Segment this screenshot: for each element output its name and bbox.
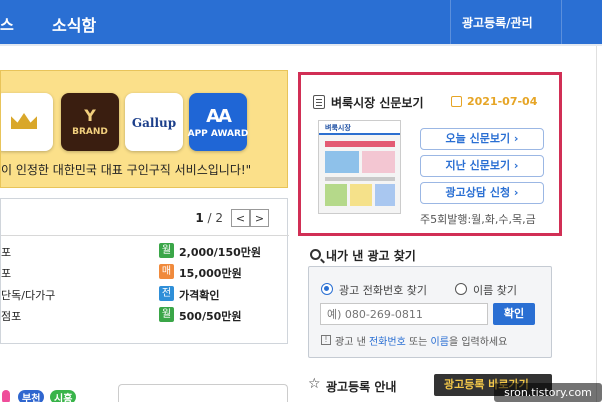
phone-number-input[interactable] (320, 303, 488, 325)
info-icon: ! (321, 335, 331, 345)
list-item-tag: 월 (159, 243, 174, 258)
promo-banner[interactable]: Y BRAND Gallup AA APP AWARD 이 인정한 대한민국 대… (0, 70, 288, 188)
listing-panel: 1 / 2 < > 포 월 2,000/150만원 포 매 15,000만원 단… (0, 198, 289, 344)
newspaper-box: 벼룩시장 신문보기 2021-07-04 벼룩시장 오늘 신문보기 › 지난 신… (298, 72, 562, 236)
region-tag-siheung[interactable]: 시흥 (50, 390, 77, 402)
award-badge-brand-label: BRAND (72, 127, 108, 137)
nav-bar: 스 소식함 광고등록/관리 (0, 0, 602, 46)
past-newspaper-button[interactable]: 지난 신문보기 › (420, 155, 544, 177)
thumbnail-block (362, 151, 395, 173)
hint-phone: 전화번호 (368, 337, 406, 348)
thumbnail-block (350, 184, 372, 206)
nav-item-news[interactable]: 소식함 (52, 12, 96, 36)
nav-item-ad-manage-label: 광고등록/관리 (462, 16, 533, 30)
award-badge-app-label: APP AWARD (187, 128, 249, 139)
gallup-icon: Gallup (131, 116, 177, 130)
search-icon (310, 249, 321, 260)
thumbnail-block (325, 151, 359, 173)
ad-register-title: 광고등록 안내 (326, 380, 397, 394)
find-ad-title: 내가 낸 광고 찾기 (326, 249, 416, 263)
confirm-button[interactable]: 확인 (493, 303, 535, 325)
prev-page-button[interactable]: < (231, 209, 250, 227)
list-item[interactable]: 포 월 2,000/150만원 (1, 242, 289, 260)
radio-name-label[interactable]: 이름 찾기 (473, 282, 517, 298)
list-item-tag: 월 (159, 307, 174, 322)
award-badge-crown (1, 93, 53, 151)
list-item-name: 포 (1, 246, 12, 259)
list-item-price: 500/50만원 (179, 310, 242, 323)
hint-name: 이름 (430, 337, 449, 348)
list-item-tag: 매 (159, 264, 174, 279)
newspaper-thumbnail[interactable]: 벼룩시장 (318, 120, 401, 214)
list-item-price: 가격확인 (179, 289, 220, 302)
list-item-price: 15,000만원 (179, 267, 242, 280)
thumbnail-masthead: 벼룩시장 (319, 121, 400, 135)
star-icon: ☆ (308, 376, 321, 392)
find-ad-hint: 광고 낸 전화번호 또는 이름을 입력하세요 (335, 333, 507, 348)
pager-text: 1 / 2 (195, 211, 223, 225)
hint-text: 광고 낸 (335, 337, 369, 348)
newspaper-title: 벼룩시장 신문보기 (331, 96, 424, 110)
radio-phone-search[interactable] (321, 283, 333, 295)
list-item-name: 점포 (1, 310, 22, 323)
thumbnail-block (375, 184, 395, 206)
pager-current: 1 (195, 211, 204, 225)
award-badge-brand: Y BRAND (61, 93, 119, 151)
thumbnail-block (325, 141, 395, 147)
find-ad-panel: 광고 전화번호 찾기 이름 찾기 확인 ! 광고 낸 전화번호 또는 이름을 입… (308, 266, 552, 358)
aa-award-icon: AA (206, 105, 232, 127)
list-item-name: 단독/다가구 (1, 289, 56, 302)
award-badge-gallup: Gallup (125, 93, 183, 151)
banner-slogan: 이 인정한 대한민국 대표 구인구직 서비스입니다!" (1, 163, 252, 177)
calendar-icon (451, 96, 462, 107)
next-page-button[interactable]: > (250, 209, 269, 227)
list-item-name: 포 (1, 267, 12, 280)
list-item-price: 2,000/150만원 (179, 246, 262, 259)
region-tags: 부천 시흥 (0, 384, 110, 402)
list-item-tag: 전 (159, 286, 174, 301)
thumbnail-block (325, 177, 395, 181)
publish-schedule: 주5회발행:월,화,수,목,금 (420, 213, 536, 226)
hint-text: 을 입력하세요 (448, 337, 508, 348)
today-newspaper-button[interactable]: 오늘 신문보기 › (420, 128, 544, 150)
region-tag[interactable] (2, 390, 10, 402)
thumbnail-block (325, 184, 347, 206)
ad-consult-button[interactable]: 광고상담 신청 › (420, 182, 544, 204)
nav-item-ad-manage[interactable]: 광고등록/관리 (450, 0, 562, 44)
list-item[interactable]: 점포 월 500/50만원 (1, 306, 289, 324)
newspaper-icon (313, 95, 325, 109)
y-brand-icon: Y (84, 106, 96, 125)
divider (596, 46, 597, 402)
list-item[interactable]: 단독/다가구 전 가격확인 (1, 285, 289, 303)
list-item[interactable]: 포 매 15,000만원 (1, 263, 289, 281)
watermark: sron.tistory.com (494, 383, 602, 402)
pager: 1 / 2 < > (195, 209, 269, 227)
pager-total: / 2 (207, 211, 224, 225)
region-tag-bucheon[interactable]: 부천 (18, 390, 45, 402)
crown-icon (11, 113, 37, 129)
bottom-panel (118, 384, 288, 402)
award-badge-app: AA APP AWARD (187, 93, 249, 151)
nav-item-partial[interactable]: 스 (0, 14, 14, 35)
newspaper-date: 2021-07-04 (467, 95, 538, 108)
list-divider (1, 235, 289, 236)
hint-text: 또는 (405, 337, 431, 348)
radio-phone-label[interactable]: 광고 전화번호 찾기 (339, 282, 427, 298)
radio-name-search[interactable] (455, 283, 467, 295)
